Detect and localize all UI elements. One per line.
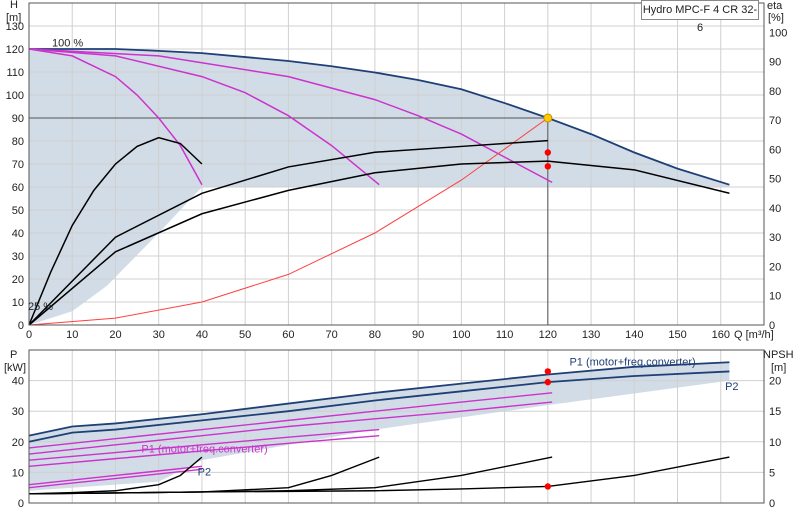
- y-right-tick-label: 30: [769, 232, 781, 244]
- x-tick-label: 80: [369, 329, 381, 341]
- p-axis-label: P: [10, 349, 17, 361]
- y-left-tick-label: 0: [18, 320, 24, 332]
- p-left-tick-label: 10: [12, 467, 24, 479]
- x-tick-label: 60: [282, 329, 294, 341]
- y-left-axis-unit: [m]: [6, 12, 21, 24]
- x-tick-label: 150: [668, 329, 686, 341]
- y-left-tick-label: 40: [12, 228, 24, 240]
- y-left-tick-label: 60: [12, 182, 24, 194]
- head-panel: [28, 2, 765, 326]
- x-tick-label: 140: [625, 329, 643, 341]
- operating-point-2: [544, 163, 552, 170]
- x-tick-label: 100: [452, 329, 470, 341]
- y-right-tick-label: 60: [769, 144, 781, 156]
- series-label-2: P1 (motor+freq.converter): [141, 444, 267, 456]
- operating-point-0: [543, 113, 553, 123]
- p-left-tick-label: 20: [12, 437, 24, 449]
- x-axis-label: Q [m³/h]: [734, 329, 774, 341]
- x-tick-label: 50: [239, 329, 251, 341]
- x-tick-label: 0: [26, 329, 32, 341]
- p-left-tick-label: 40: [12, 376, 24, 388]
- y-left-tick-label: 50: [12, 205, 24, 217]
- x-tick-label: 20: [109, 329, 121, 341]
- power-panel: [28, 349, 765, 504]
- y-left-axis-label: H: [10, 0, 18, 11]
- p-left-tick-label: 30: [12, 406, 24, 418]
- speed-label-100: 100 %: [52, 38, 83, 50]
- power-point-1: [544, 378, 552, 386]
- y-left-tick-label: 70: [12, 159, 24, 171]
- power-point-0: [544, 368, 552, 375]
- y-right-axis-unit: [%]: [768, 12, 784, 24]
- chart-title-box: Hydro MPC-F 4 CR 32-6: [641, 0, 759, 34]
- y-right-tick-label: 90: [769, 57, 781, 69]
- x-tick-label: 120: [539, 329, 557, 341]
- y-right-tick-label: 40: [769, 203, 781, 215]
- series-label-1: P2: [725, 381, 738, 393]
- p-left-tick-label: 0: [18, 498, 24, 510]
- power-point-2: [544, 483, 552, 490]
- p-right-tick-label: 10: [769, 437, 781, 449]
- speed-label-25: 25 %: [28, 301, 53, 313]
- y-left-tick-label: 20: [12, 274, 24, 286]
- y-left-tick-label: 100: [6, 90, 24, 102]
- series-label-0: P1 (motor+freq.converter): [569, 356, 695, 368]
- x-tick-label: 90: [412, 329, 424, 341]
- pump-performance-chart: 0 10 20 30 40 50 60 70 80 90 100 110 120 130 140 150 160…: [4, 0, 794, 510]
- npsh-axis-unit: [m]: [771, 362, 786, 374]
- y-left-tick-label: 110: [6, 67, 24, 79]
- p-right-tick-label: 5: [769, 467, 775, 479]
- y-right-tick-label: 70: [769, 115, 781, 127]
- x-tick-label: 10: [66, 329, 78, 341]
- x-tick-label: 70: [326, 329, 338, 341]
- y-right-tick-label: 100: [769, 27, 787, 39]
- p-right-tick-label: 15: [769, 406, 781, 418]
- y-left-tick-label: 80: [12, 136, 24, 148]
- x-tick-label: 110: [496, 329, 514, 341]
- y-left-tick-label: 30: [12, 251, 24, 263]
- p-axis-unit: [kW]: [4, 362, 26, 374]
- y-left-tick-label: 90: [12, 113, 24, 125]
- y-left-tick-label: 10: [12, 297, 24, 309]
- power-envelope: [29, 362, 730, 491]
- x-tick-label: 40: [196, 329, 208, 341]
- npsh-axis-label: NPSH: [763, 349, 794, 361]
- p-right-tick-label: 20: [769, 376, 781, 388]
- y-right-tick-label: 50: [769, 174, 781, 186]
- y-left-tick-label: 120: [6, 44, 24, 56]
- y-right-tick-label: 20: [769, 261, 781, 273]
- x-tick-label: 130: [582, 329, 600, 341]
- series-label-3: P2: [198, 466, 211, 478]
- y-right-axis-label: eta: [767, 0, 783, 12]
- operating-point-1: [544, 149, 552, 156]
- x-tick-label: 30: [153, 329, 165, 341]
- x-tick-label: 160: [712, 329, 730, 341]
- y-right-tick-label: 10: [769, 291, 781, 303]
- p-right-tick-label: 0: [769, 498, 775, 510]
- y-right-tick-label: 80: [769, 86, 781, 98]
